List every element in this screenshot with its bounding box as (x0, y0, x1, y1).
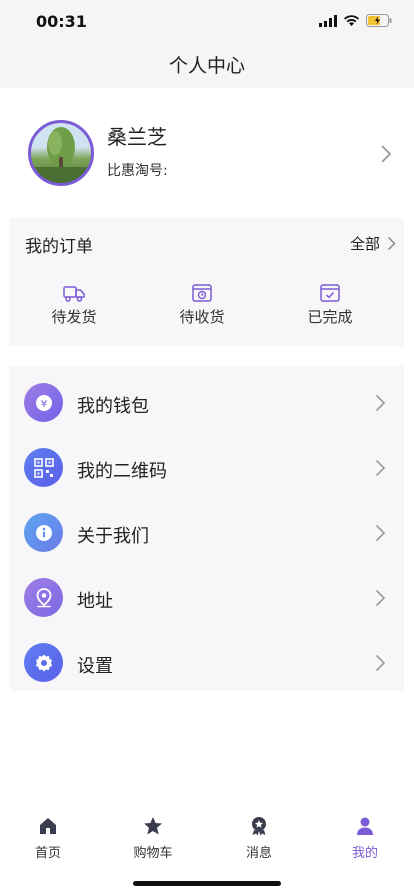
menu-label: 关于我们 (77, 526, 149, 547)
profile-card[interactable]: 桑兰芝 比惠淘号: (0, 88, 414, 218)
status-bar: 00:31 (0, 0, 414, 44)
order-pending-receipt[interactable]: 待收货 (162, 284, 242, 327)
chevron-right-icon (375, 524, 386, 542)
tab-label: 购物车 (133, 846, 173, 861)
qrcode-icon (24, 448, 63, 487)
chevron-right-icon (375, 459, 386, 477)
menu-list: ¥ 我的钱包 我的二维码 关于我们 地址 设置 (10, 366, 404, 691)
chevron-right-icon (387, 236, 396, 251)
wifi-icon (344, 14, 359, 26)
user-icon (357, 817, 373, 835)
orders-title: 我的订单 (25, 237, 93, 257)
star-icon (144, 817, 162, 835)
tab-label: 我的 (351, 846, 378, 861)
battery-icon (366, 14, 392, 27)
check-box-icon (320, 284, 340, 302)
tab-label: 消息 (245, 846, 272, 861)
signal-icon (319, 14, 337, 27)
chevron-right-icon (375, 394, 386, 412)
orders-all-link[interactable]: 全部 (350, 233, 380, 254)
svg-text:¥: ¥ (40, 399, 46, 410)
home-indicator (133, 881, 281, 886)
tab-home[interactable]: 首页 (8, 816, 88, 861)
menu-item-about[interactable]: 关于我们 (10, 500, 404, 565)
profile-name: 桑兰芝 (107, 125, 167, 149)
menu-label: 设置 (77, 656, 113, 677)
chevron-right-icon (375, 589, 386, 607)
page-title: 个人中心 (168, 55, 245, 77)
chevron-right-icon (381, 145, 392, 163)
menu-label: 地址 (77, 591, 113, 612)
status-icons (319, 14, 392, 27)
menu-label: 我的二维码 (77, 461, 167, 482)
avatar-tree-image (31, 127, 91, 183)
home-icon (40, 818, 56, 834)
info-icon (24, 513, 63, 552)
clock-box-icon (192, 284, 212, 302)
tab-label: 首页 (34, 846, 61, 861)
order-label: 待发货 (51, 308, 97, 326)
orders-section: 我的订单 全部 待发货 待收货 已完成 (10, 218, 404, 346)
location-icon (24, 578, 63, 617)
avatar[interactable] (28, 120, 94, 186)
tab-cart[interactable]: 购物车 (113, 816, 193, 861)
chevron-right-icon (375, 654, 386, 672)
badge-icon (252, 817, 266, 836)
settings-icon (24, 643, 63, 682)
order-label: 已完成 (307, 308, 353, 326)
menu-item-address[interactable]: 地址 (10, 565, 404, 630)
nav-bar: 个人中心 (0, 44, 414, 88)
order-pending-shipment[interactable]: 待发货 (34, 284, 114, 327)
order-label: 待收货 (179, 308, 225, 326)
menu-label: 我的钱包 (77, 396, 149, 417)
profile-id-label: 比惠淘号: (107, 163, 168, 179)
status-time: 00:31 (36, 12, 87, 31)
tab-mine[interactable]: 我的 (325, 816, 405, 861)
menu-item-qrcode[interactable]: 我的二维码 (10, 435, 404, 500)
truck-icon (63, 286, 85, 302)
wallet-icon: ¥ (24, 383, 63, 422)
tab-messages[interactable]: 消息 (219, 816, 299, 861)
menu-item-wallet[interactable]: ¥ 我的钱包 (10, 370, 404, 435)
menu-item-settings[interactable]: 设置 (10, 630, 404, 695)
order-completed[interactable]: 已完成 (290, 284, 370, 327)
